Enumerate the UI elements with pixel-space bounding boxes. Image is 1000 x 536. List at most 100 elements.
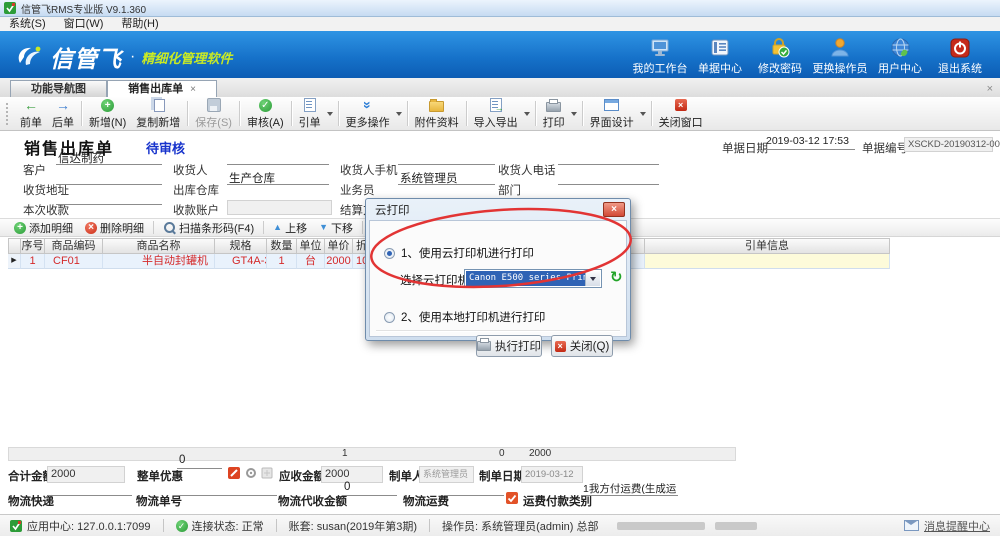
dialog-title: 云打印 — [375, 202, 410, 218]
refresh-printers-icon[interactable]: ↻ — [610, 270, 623, 285]
prev-doc-button[interactable]: ← 前单 — [15, 97, 47, 131]
status-separator — [429, 519, 430, 532]
freight-type-check-icon[interactable] — [506, 492, 518, 504]
tab-sales-outbound[interactable]: 销售出库单× — [107, 80, 217, 97]
change-password-button[interactable]: 修改密码 — [750, 35, 810, 76]
menu-help[interactable]: 帮助(H) — [112, 17, 167, 31]
add-detail-button[interactable]: + 添加明细 — [8, 220, 79, 236]
cloud-printer-option[interactable]: 1、使用云打印机进行打印 — [384, 245, 534, 261]
save-icon — [207, 98, 221, 112]
cod-field[interactable]: 0 — [342, 481, 397, 496]
audit-button[interactable]: ✓ 审核(A) — [242, 97, 289, 131]
address-field[interactable] — [56, 170, 162, 185]
doc-date-field[interactable]: 2019-03-12 17:53 — [764, 135, 855, 150]
more-actions-button[interactable]: » 更多操作 — [341, 97, 395, 131]
message-center-link[interactable]: 消息提醒中心 — [924, 518, 990, 534]
workbench-button[interactable]: 我的工作台 — [630, 35, 690, 76]
print-button[interactable]: 打印 — [538, 97, 570, 131]
grid-header-unit[interactable]: 单位 — [297, 238, 325, 254]
payment-field[interactable] — [56, 190, 162, 205]
radio-unselected-icon[interactable] — [384, 312, 395, 323]
grid-header-price[interactable]: 单价 — [325, 238, 353, 254]
next-doc-button[interactable]: → 后单 — [47, 97, 79, 131]
execute-print-button[interactable]: 执行打印 — [476, 335, 542, 357]
consignee-phone-field[interactable] — [558, 150, 659, 165]
move-up-button[interactable]: ▲ 上移 — [267, 220, 313, 236]
cell-ref[interactable] — [645, 254, 890, 269]
dropdown-arrow-icon[interactable] — [524, 112, 530, 116]
brand: 信管飞 · 精细化管理软件 — [14, 40, 232, 74]
account-field — [227, 200, 332, 215]
tracking-field[interactable] — [178, 481, 277, 496]
dropdown-arrow-icon[interactable] — [571, 112, 577, 116]
cell-qty[interactable]: 1 — [267, 254, 297, 269]
cell-spec[interactable]: GT4A-3 — [215, 254, 267, 269]
discount-history-icon[interactable] — [261, 467, 273, 479]
attachments-button[interactable]: 附件资料 — [410, 97, 464, 131]
freight-field[interactable] — [444, 481, 504, 496]
grid-header-seq[interactable]: 序号 — [21, 238, 45, 254]
document-center-button[interactable]: 单据中心 — [690, 35, 750, 76]
brand-tagline: 精细化管理软件 — [141, 48, 232, 67]
department-field[interactable] — [558, 170, 659, 185]
import-export-button[interactable]: 导入导出 — [469, 97, 523, 131]
close-window-button[interactable]: × 关闭窗口 — [654, 97, 708, 131]
consignee-label: 收货人 — [173, 162, 208, 178]
move-down-button[interactable]: ▼ 下移 — [313, 220, 359, 236]
menu-window[interactable]: 窗口(W) — [55, 17, 113, 31]
account-status: 账套: susan(2019年第3期) — [289, 518, 417, 534]
scan-barcode-button[interactable]: 扫描条形码(F4) — [157, 220, 260, 236]
ref-doc-label: 引单 — [299, 114, 321, 130]
order-discount-field[interactable]: 0 — [177, 454, 222, 469]
local-printer-option[interactable]: 2、使用本地打印机进行打印 — [384, 309, 545, 325]
tab-area-close-icon[interactable]: × — [987, 84, 993, 95]
dropdown-arrow-icon[interactable] — [640, 112, 646, 116]
app-logo-icon — [4, 2, 16, 14]
grid-header-ref[interactable]: 引单信息 — [645, 238, 890, 254]
grid-header-qty[interactable]: 数量 — [267, 238, 297, 254]
new-button[interactable]: + 新增(N) — [84, 97, 131, 131]
grid-header-name[interactable]: 商品名称 — [103, 238, 215, 254]
express-field[interactable] — [48, 481, 132, 496]
create-date-field: 2019-03-12 — [521, 466, 583, 483]
tab-nav-map[interactable]: 功能导航图 — [10, 80, 107, 97]
cell-code[interactable]: CF01 — [45, 254, 103, 269]
copy-new-button[interactable]: 复制新增 — [131, 97, 185, 131]
dropdown-arrow-icon[interactable] — [396, 112, 402, 116]
delete-detail-button[interactable]: × 删除明细 — [79, 220, 150, 236]
radio-selected-icon[interactable] — [384, 248, 395, 259]
cloud-printer-select[interactable]: Canon E500 series Printer — [464, 269, 602, 288]
cell-price[interactable]: 2000 — [325, 254, 353, 269]
grid-header-spec[interactable]: 规格 — [215, 238, 267, 254]
user-center-button[interactable]: 用户中心 — [870, 35, 930, 76]
dropdown-arrow-icon[interactable] — [327, 112, 333, 116]
consignee-field[interactable] — [227, 150, 329, 165]
consignee-mobile-field[interactable] — [398, 150, 495, 165]
warehouse-field[interactable]: 生产仓库 — [227, 170, 329, 185]
save-button[interactable]: 保存(S) — [190, 97, 237, 131]
cell-unit[interactable]: 台 — [297, 254, 325, 269]
menu-bar: 系统(S) 窗口(W) 帮助(H) — [0, 17, 1000, 31]
tab-close-icon[interactable]: × — [190, 84, 196, 95]
discount-settings-icon[interactable] — [245, 467, 257, 479]
edit-discount-icon[interactable] — [228, 467, 240, 479]
toolbar-separator — [466, 101, 467, 126]
window-title: 信管飞RMS专业版 V9.1.360 — [21, 1, 146, 16]
switch-operator-button[interactable]: 更换操作员 — [810, 35, 870, 76]
customer-field[interactable]: 信达制药 — [56, 150, 162, 165]
dialog-close-icon[interactable]: × — [603, 202, 625, 217]
cell-seq[interactable]: 1 — [21, 254, 45, 269]
freight-type-field[interactable]: 1我方付运费(生成运 — [581, 481, 678, 496]
grid-header-code[interactable]: 商品编码 — [45, 238, 103, 254]
salesman-field[interactable]: 系统管理员 — [398, 170, 495, 185]
combo-dropdown-button[interactable] — [585, 271, 600, 286]
dialog-close-button[interactable]: × 关闭(Q) — [551, 335, 613, 357]
ui-design-button[interactable]: 界面设计 — [585, 97, 639, 131]
exit-system-button[interactable]: 退出系统 — [930, 35, 990, 76]
user-center-label: 用户中心 — [878, 60, 922, 76]
toolbar-separator — [338, 101, 339, 126]
dialog-body: 1、使用云打印机进行打印 选择云打印机: Canon E500 series P… — [369, 220, 627, 337]
menu-system[interactable]: 系统(S) — [0, 17, 55, 31]
cell-name[interactable]: 半自动封罐机 — [103, 254, 215, 269]
ref-doc-button[interactable]: 引单 — [294, 97, 326, 131]
